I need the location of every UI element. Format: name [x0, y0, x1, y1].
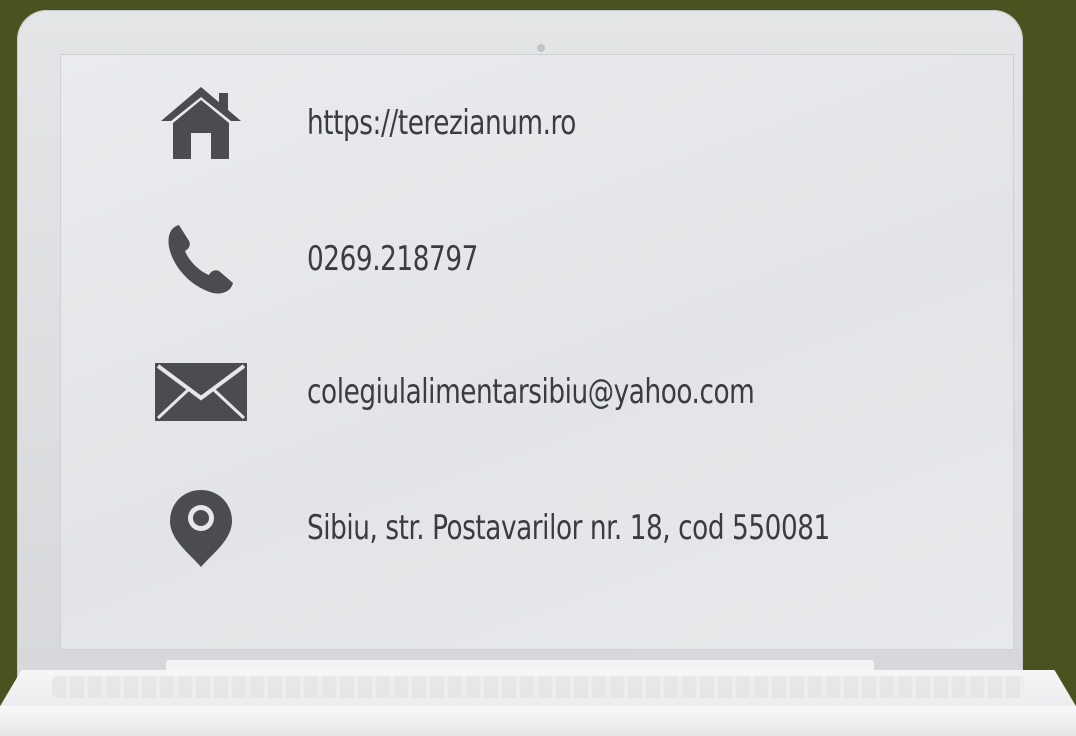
phone-text[interactable]: 0269.218797 [307, 219, 478, 299]
laptop-base-edge [0, 706, 1076, 736]
page-background: https://terezianum.ro 0269.218797 colegi… [0, 0, 1076, 736]
email-text[interactable]: colegiulalimentarsibiu@yahoo.com [307, 352, 755, 432]
webcam [537, 44, 545, 52]
website-text[interactable]: https://terezianum.ro [307, 83, 576, 163]
address-text: Sibiu, str. Postavarilor nr. 18, cod 550… [307, 508, 830, 548]
contact-website-row: https://terezianum.ro [61, 83, 1015, 163]
laptop-lid: https://terezianum.ro 0269.218797 colegi… [17, 10, 1023, 680]
home-icon [153, 83, 249, 163]
laptop-keyboard [52, 676, 1024, 698]
contact-email-row: colegiulalimentarsibiu@yahoo.com [61, 352, 1015, 432]
map-pin-icon [153, 488, 249, 568]
contact-phone-row: 0269.218797 [61, 219, 1015, 299]
phone-icon [153, 219, 249, 299]
envelope-icon [153, 352, 249, 432]
laptop-screen: https://terezianum.ro 0269.218797 colegi… [60, 54, 1014, 650]
contact-address-row: Sibiu, str. Postavarilor nr. 18, cod 550… [61, 488, 1015, 568]
